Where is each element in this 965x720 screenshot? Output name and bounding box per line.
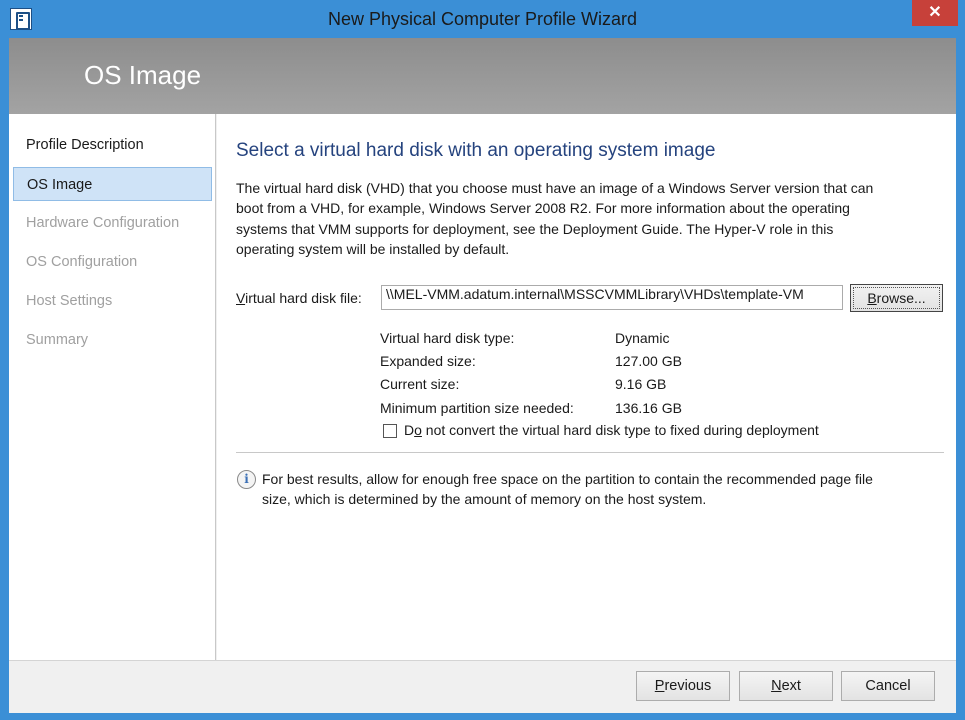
expanded-size-label: Expanded size: bbox=[380, 353, 476, 369]
close-button[interactable]: ✕ bbox=[912, 0, 958, 26]
info-icon: i bbox=[237, 470, 256, 489]
step-label: Host Settings bbox=[26, 293, 113, 309]
description-text: The virtual hard disk (VHD) that you cho… bbox=[236, 178, 936, 260]
description-line: systems that VMM supports for deployment… bbox=[236, 220, 834, 237]
cancel-button[interactable]: Cancel bbox=[841, 671, 935, 701]
description-line: The virtual hard disk (VHD) that you cho… bbox=[236, 180, 874, 196]
no-convert-label-text: not convert the virtual hard disk type t… bbox=[421, 422, 819, 438]
step-profile-description[interactable]: Profile Description bbox=[13, 128, 212, 162]
step-label: Profile Description bbox=[26, 137, 144, 153]
previous-label: revious bbox=[664, 678, 712, 694]
min-partition-size-value: 136.16 GB bbox=[615, 400, 682, 416]
previous-button[interactable]: Previous bbox=[636, 671, 730, 701]
step-label: OS Configuration bbox=[26, 254, 138, 270]
no-convert-label-accel: o bbox=[414, 422, 422, 438]
page-title: OS Image bbox=[84, 60, 202, 90]
step-os-configuration[interactable]: OS Configuration bbox=[13, 245, 212, 279]
step-host-settings[interactable]: Host Settings bbox=[13, 284, 212, 318]
step-label: OS Image bbox=[27, 177, 93, 193]
wizard-steps-sidebar: Profile Description OS Image Hardware Co… bbox=[9, 114, 216, 660]
wizard-client: OS Image Profile Description OS Image Ha… bbox=[9, 38, 956, 713]
browse-accel: B bbox=[867, 290, 877, 306]
description-line: operating system will be installed by de… bbox=[236, 241, 510, 258]
browse-button[interactable]: Browse... bbox=[850, 284, 943, 312]
expanded-size-value: 127.00 GB bbox=[615, 353, 682, 369]
section-heading: Select a virtual hard disk with an opera… bbox=[236, 140, 716, 161]
info-line: For best results, allow for enough free … bbox=[262, 471, 873, 487]
info-text: For best results, allow for enough free … bbox=[262, 469, 942, 510]
no-convert-checkbox[interactable] bbox=[383, 424, 397, 438]
window-title: New Physical Computer Profile Wizard bbox=[327, 9, 638, 29]
main-content: Select a virtual hard disk with an opera… bbox=[217, 114, 956, 660]
no-convert-label-pre: D bbox=[404, 422, 415, 438]
browse-label: rowse... bbox=[876, 290, 926, 306]
next-accel: N bbox=[771, 678, 782, 694]
min-partition-size-label: Minimum partition size needed: bbox=[380, 400, 574, 416]
step-label: Summary bbox=[26, 332, 89, 348]
step-hardware-configuration[interactable]: Hardware Configuration bbox=[13, 206, 212, 240]
info-line: size, which is determined by the amount … bbox=[262, 491, 707, 508]
title-bar[interactable]: New Physical Computer Profile Wizard ✕ bbox=[0, 0, 965, 38]
previous-accel: P bbox=[654, 678, 665, 694]
vhd-file-input[interactable]: \\MEL-VMM.adatum.internal\MSSCVMMLibrary… bbox=[381, 285, 843, 310]
no-convert-label[interactable]: Do not convert the virtual hard disk typ… bbox=[404, 422, 819, 438]
vhd-file-label-text: irtual hard disk file: bbox=[245, 290, 362, 306]
page-header: OS Image bbox=[9, 38, 956, 114]
current-size-value: 9.16 GB bbox=[615, 376, 667, 392]
vhd-type-value: Dynamic bbox=[615, 330, 670, 346]
step-os-image[interactable]: OS Image bbox=[13, 167, 212, 201]
step-label: Hardware Configuration bbox=[26, 215, 180, 231]
vhd-file-label: Virtual hard disk file: bbox=[236, 290, 362, 306]
section-divider bbox=[236, 452, 944, 453]
next-label: ext bbox=[781, 678, 801, 694]
wizard-window: New Physical Computer Profile Wizard ✕ O… bbox=[0, 0, 965, 720]
vhd-file-label-accel: V bbox=[236, 290, 246, 306]
current-size-label: Current size: bbox=[380, 376, 460, 392]
close-icon: ✕ bbox=[928, 4, 942, 21]
step-summary[interactable]: Summary bbox=[13, 323, 212, 357]
vhd-type-label: Virtual hard disk type: bbox=[380, 330, 515, 346]
wizard-footer: Previous Next Cancel bbox=[9, 660, 956, 713]
description-line: boot from a VHD, for example, Windows Se… bbox=[236, 200, 850, 217]
next-button[interactable]: Next bbox=[739, 671, 833, 701]
